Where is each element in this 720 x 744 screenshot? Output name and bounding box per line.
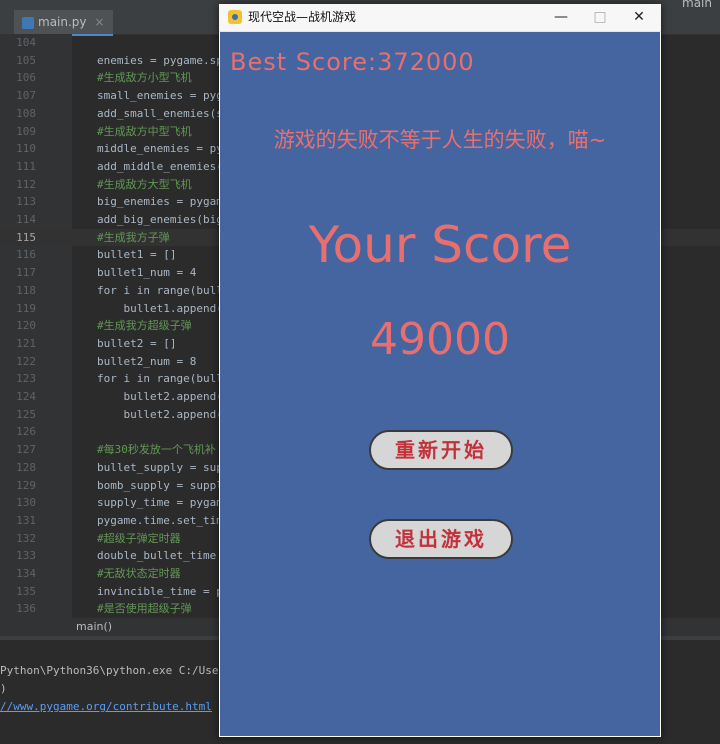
- pygame-icon: [228, 10, 242, 24]
- tab-main-py[interactable]: main.py ×: [14, 10, 113, 36]
- restart-button[interactable]: 重新开始: [369, 430, 513, 470]
- line-number: 116: [16, 248, 36, 262]
- line-text[interactable]: enemies = pygame.spr: [97, 52, 229, 70]
- line-text[interactable]: #生成敌方小型飞机: [97, 69, 192, 87]
- line-number: 105: [16, 53, 36, 67]
- line-number: 131: [16, 513, 36, 527]
- minimize-button[interactable]: —: [541, 4, 581, 31]
- line-number: 106: [16, 71, 36, 85]
- line-text[interactable]: #生成我方子弹: [97, 229, 170, 247]
- line-text[interactable]: #超级子弹定时器: [97, 530, 181, 548]
- best-score: Best Score:372000: [230, 48, 475, 76]
- line-number: 113: [16, 195, 36, 209]
- git-branch[interactable]: main: [682, 0, 712, 10]
- line-text[interactable]: add_big_enemies(big_: [97, 211, 229, 229]
- tab-label: main.py: [38, 15, 87, 29]
- line-text[interactable]: double_bullet_time =: [97, 547, 229, 565]
- breadcrumb-function[interactable]: main(): [76, 618, 112, 636]
- motto-text: 游戏的失败不等于人生的失败，喵~: [273, 128, 607, 152]
- line-text[interactable]: #生成敌方大型飞机: [97, 176, 192, 194]
- line-number: 104: [16, 36, 36, 49]
- line-text[interactable]: #生成我方超级子弹: [97, 317, 192, 335]
- line-number: 134: [16, 567, 36, 580]
- line-number: 122: [16, 354, 36, 368]
- score-value: 49000: [370, 314, 510, 365]
- line-number: 119: [16, 301, 36, 315]
- line-number: 130: [16, 496, 36, 510]
- line-text[interactable]: bullet1 = []: [97, 246, 176, 264]
- line-text[interactable]: invincible_time = py: [97, 583, 229, 601]
- tab-close-icon[interactable]: ×: [95, 15, 105, 29]
- line-number: 120: [16, 319, 36, 333]
- exit-button[interactable]: 退出游戏: [369, 519, 513, 559]
- line-number: 121: [16, 336, 36, 350]
- line-number: 123: [16, 372, 36, 386]
- line-number: 133: [16, 549, 36, 563]
- window-titlebar[interactable]: 现代空战—战机游戏 — □ ✕: [219, 4, 661, 32]
- line-text[interactable]: #每30秒发放一个飞机补: [97, 441, 216, 459]
- line-text[interactable]: small_enemies = pyga: [97, 87, 229, 105]
- line-text[interactable]: for i in range(bulle: [97, 370, 229, 388]
- line-text[interactable]: bullet1_num = 4: [97, 264, 196, 282]
- your-score-heading: Your Score: [308, 216, 572, 274]
- python-file-icon: [22, 16, 34, 29]
- line-number: 112: [16, 177, 36, 191]
- line-number: 136: [16, 602, 36, 616]
- console-line: ): [0, 682, 7, 695]
- line-text[interactable]: for i in range(bulle: [97, 282, 229, 300]
- line-number: 128: [16, 460, 36, 474]
- line-number: 118: [16, 283, 36, 297]
- line-text[interactable]: bullet_supply = supp: [97, 459, 229, 477]
- line-text[interactable]: bullet1.append(m: [97, 300, 229, 318]
- window-title: 现代空战—战机游戏: [248, 10, 357, 24]
- line-text[interactable]: supply_time = pygame: [97, 494, 229, 512]
- line-number: 110: [16, 142, 36, 156]
- line-number: 129: [16, 478, 36, 492]
- line-text[interactable]: #是否使用超级子弹: [97, 600, 192, 618]
- console-line: Python\Python36\python.exe C:/Users/: [0, 664, 239, 677]
- maximize-button[interactable]: □: [580, 4, 620, 31]
- line-text[interactable]: bullet2.append(m: [97, 406, 229, 424]
- line-text[interactable]: bullet2.append(m: [97, 388, 229, 406]
- line-text[interactable]: bullet2_num = 8: [97, 353, 196, 371]
- line-number: 117: [16, 266, 36, 280]
- line-text[interactable]: pygame.time.set_time: [97, 512, 229, 530]
- line-number: 111: [16, 159, 36, 173]
- line-number: 108: [16, 106, 36, 120]
- close-button[interactable]: ✕: [619, 4, 659, 31]
- game-canvas[interactable]: Best Score:372000 游戏的失败不等于人生的失败，喵~ Your …: [220, 32, 660, 736]
- line-text[interactable]: big_enemies = pygame: [97, 193, 229, 211]
- line-number: 126: [16, 425, 36, 439]
- line-number: 135: [16, 584, 36, 598]
- line-number: 127: [16, 443, 36, 457]
- line-number: 132: [16, 531, 36, 545]
- line-number: 114: [16, 213, 36, 226]
- line-text[interactable]: bullet2 = []: [97, 335, 176, 353]
- line-text[interactable]: middle_enemies = pyg: [97, 140, 229, 158]
- line-number: 115: [16, 230, 36, 244]
- line-text[interactable]: #无敌状态定时器: [97, 565, 181, 583]
- line-number: 107: [16, 89, 36, 103]
- console-link[interactable]: //www.pygame.org/contribute.html: [0, 700, 212, 713]
- line-text[interactable]: #生成敌方中型飞机: [97, 123, 192, 141]
- line-text[interactable]: bomb_supply = supply: [97, 477, 229, 495]
- game-window: 现代空战—战机游戏 — □ ✕ Best Score:372000 游戏的失败不…: [219, 4, 661, 737]
- line-number: 125: [16, 407, 36, 421]
- line-text[interactable]: add_middle_enemies(m: [97, 158, 229, 176]
- line-text[interactable]: add_small_enemies(sm: [97, 105, 229, 123]
- line-number: 109: [16, 124, 36, 138]
- line-number: 124: [16, 390, 36, 403]
